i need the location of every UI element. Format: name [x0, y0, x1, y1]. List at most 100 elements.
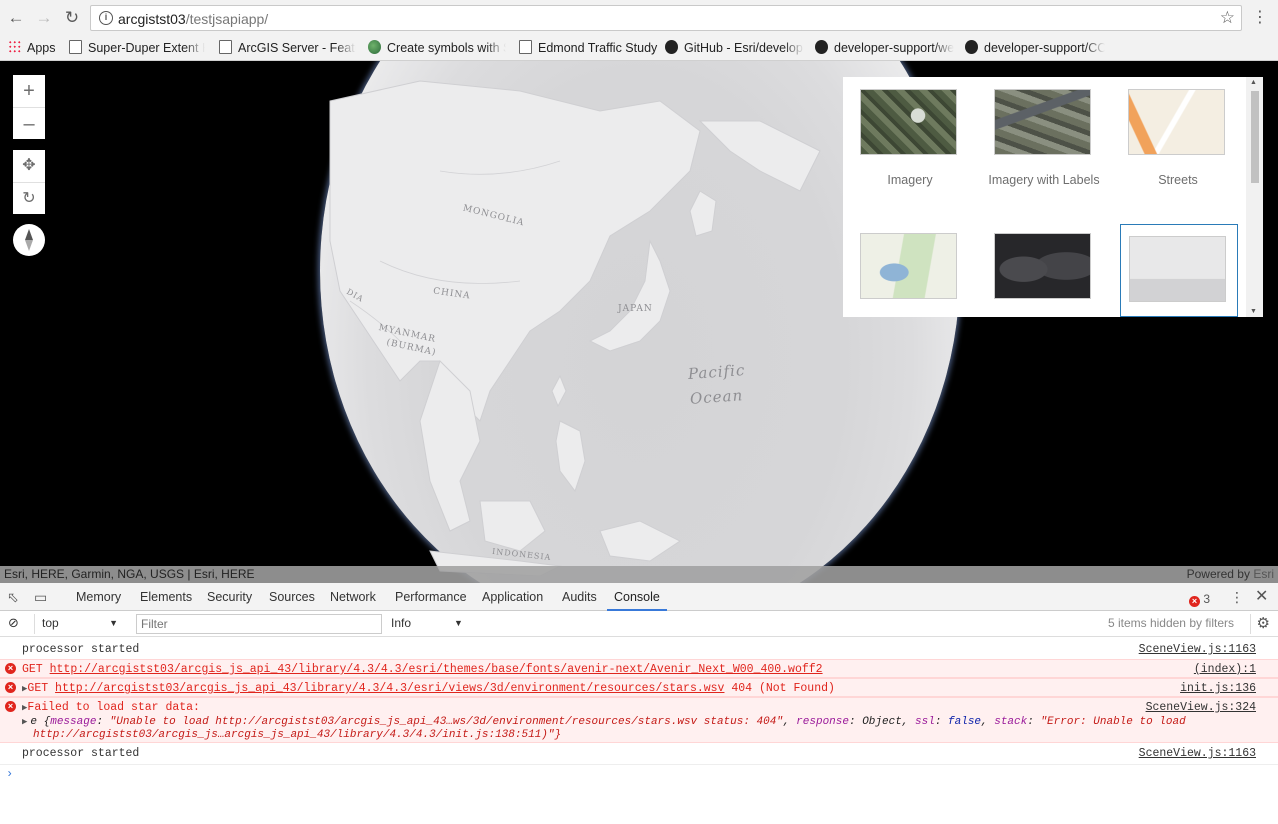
scene-view[interactable]: MONGOLIA CHINA MYANMAR (BURMA) JAPAN DIA… [0, 61, 1278, 583]
log-url-link[interactable]: http://arcgistst03/arcgis_js_api_43/libr… [50, 663, 823, 676]
log-text: processor started [22, 747, 140, 760]
basemap-item-topographic[interactable] [843, 221, 961, 317]
info-icon[interactable]: i [99, 11, 113, 25]
reload-icon[interactable]: ↻ [62, 8, 82, 28]
tab-memory[interactable]: Memory [76, 583, 121, 611]
zoom-in-icon[interactable]: + [13, 75, 45, 107]
apps-grid-icon [8, 40, 21, 54]
error-counter[interactable]: × 3 [1189, 591, 1210, 607]
log-source-link[interactable]: SceneView.js:1163 [1139, 747, 1256, 760]
bookmark-star-icon[interactable]: ☆ [1220, 8, 1235, 28]
url-path: /testjsapiapp/ [185, 11, 269, 27]
prop-value: false [948, 716, 982, 728]
bookmark-item[interactable]: Create symbols with S [368, 38, 506, 58]
dropdown-arrow-icon: ▼ [109, 618, 118, 628]
error-icon: × [1189, 596, 1200, 607]
topographic-thumbnail [860, 233, 957, 299]
device-toolbar-icon[interactable]: ▭ [34, 589, 47, 605]
tab-performance[interactable]: Performance [395, 583, 467, 611]
scroll-down-icon[interactable]: ▼ [1250, 308, 1257, 315]
attribution-text: Esri, HERE, Garmin, NGA, USGS | Esri, HE… [4, 567, 255, 581]
scroll-up-icon[interactable]: ▲ [1250, 79, 1257, 86]
log-url-link[interactable]: http://arcgistst03/arcgis_js_api_43/libr… [55, 682, 724, 695]
scrollbar-thumb[interactable] [1251, 91, 1259, 183]
github-icon [665, 40, 678, 54]
gallery-scrollbar[interactable]: ▲ ▼ [1246, 77, 1263, 317]
prop-key: stack [994, 716, 1028, 728]
console-message: processor started SceneView.js:1163 [0, 640, 1278, 659]
github-icon [965, 40, 978, 54]
powered-by-text: Powered by [1186, 567, 1250, 581]
tab-sources[interactable]: Sources [269, 583, 315, 611]
attribution-bar: Esri, HERE, Garmin, NGA, USGS | Esri, HE… [0, 566, 1278, 583]
rotate-icon[interactable]: ↻ [13, 182, 45, 214]
log-level-selector[interactable]: Info ▼ [391, 614, 466, 634]
error-object-line[interactable]: ▶ e {message: "Unable to load http://arcg… [22, 716, 1186, 728]
imagery-thumbnail [860, 89, 957, 155]
bookmark-item[interactable]: GitHub - Esri/develop [665, 38, 804, 58]
log-method: GET [22, 663, 43, 676]
powered-by-brand: Esri [1253, 567, 1274, 581]
map-label-ocean: Ocean [689, 386, 744, 408]
prop-value: "Error: Unable to load [1040, 716, 1186, 728]
console-filter-input[interactable] [136, 614, 382, 634]
navigation-toggle: ✥ ↻ [13, 150, 45, 214]
tab-console[interactable]: Console [607, 583, 667, 611]
globe-icon [368, 40, 381, 54]
prompt-chevron-icon: › [6, 767, 14, 781]
pan-icon[interactable]: ✥ [13, 150, 45, 182]
forward-arrow-icon[interactable]: → [34, 8, 54, 28]
bookmark-label: Edmond Traffic Study [538, 41, 658, 55]
devtools-menu-icon[interactable]: ⋮ [1230, 589, 1244, 605]
compass-icon[interactable] [13, 224, 45, 256]
powered-by[interactable]: Powered by Esri [1187, 566, 1274, 583]
basemap-item-streets[interactable]: Streets [1111, 77, 1229, 217]
log-source-link[interactable]: SceneView.js:324 [1146, 701, 1256, 714]
console-error: × ▶GET http://arcgistst03/arcgis_js_api_… [0, 678, 1278, 697]
zoom-out-icon[interactable]: – [13, 107, 45, 139]
basemap-item-imagery-labels[interactable]: Imagery with Labels [977, 77, 1100, 217]
log-source-link[interactable]: SceneView.js:1163 [1139, 643, 1256, 656]
log-source-link[interactable]: (index):1 [1194, 663, 1256, 676]
tab-application[interactable]: Application [482, 583, 543, 611]
log-text: processor started [22, 643, 140, 656]
inspect-element-icon[interactable]: ⬁ [7, 589, 19, 605]
bookmark-item[interactable]: Super-Duper Extent H [69, 38, 205, 58]
log-source-link[interactable]: init.js:136 [1180, 682, 1256, 695]
tab-network[interactable]: Network [330, 583, 376, 611]
object-prefix: e { [30, 716, 51, 728]
basemap-item-dark-gray[interactable] [977, 221, 1095, 317]
tab-security[interactable]: Security [207, 583, 252, 611]
prop-key: ssl [915, 716, 935, 728]
zoom-control: + – [13, 75, 45, 139]
bookmark-item[interactable]: developer-support/CC [965, 38, 1105, 58]
bookmark-item[interactable]: ArcGIS Server - Featu [219, 38, 356, 58]
page-icon [69, 40, 82, 54]
log-level-value: Info [391, 616, 412, 630]
devtools-tabbar: ⬁ ▭ Memory Elements Security Sources Net… [0, 583, 1278, 611]
basemap-label: Streets [1158, 173, 1198, 187]
bookmark-item[interactable]: developer-support/we [815, 38, 954, 58]
basemap-item-light-gray[interactable] [1120, 224, 1238, 317]
close-devtools-icon[interactable]: ✕ [1255, 589, 1268, 605]
github-icon [815, 40, 828, 54]
console-settings-gear-icon[interactable]: ⚙ [1249, 614, 1270, 634]
context-selector[interactable]: top ▼ [34, 614, 124, 634]
basemap-label: Imagery [887, 173, 933, 187]
map-label-japan: JAPAN [618, 304, 653, 314]
page-icon [219, 40, 232, 54]
bookmark-apps[interactable]: Apps [8, 38, 68, 58]
tab-audits[interactable]: Audits [562, 583, 597, 611]
tab-elements[interactable]: Elements [140, 583, 192, 611]
console-message: processor started SceneView.js:1163 [0, 744, 1278, 763]
back-arrow-icon[interactable]: ← [6, 8, 26, 28]
basemap-item-imagery[interactable]: Imagery [843, 77, 961, 217]
browser-toolbar: ← → ↻ i arcgistst03/testjsapiapp/ ☆ ⋮ [0, 0, 1278, 36]
basemap-label: Imagery with Labels [988, 173, 1100, 187]
clear-console-icon[interactable]: ⊘ [8, 614, 19, 634]
console-prompt[interactable]: › [0, 764, 1278, 782]
address-bar[interactable]: i arcgistst03/testjsapiapp/ ☆ [90, 5, 1242, 31]
error-icon: × [5, 701, 16, 712]
browser-menu-icon[interactable]: ⋮ [1252, 8, 1268, 28]
bookmark-item[interactable]: Edmond Traffic Study [519, 38, 659, 58]
